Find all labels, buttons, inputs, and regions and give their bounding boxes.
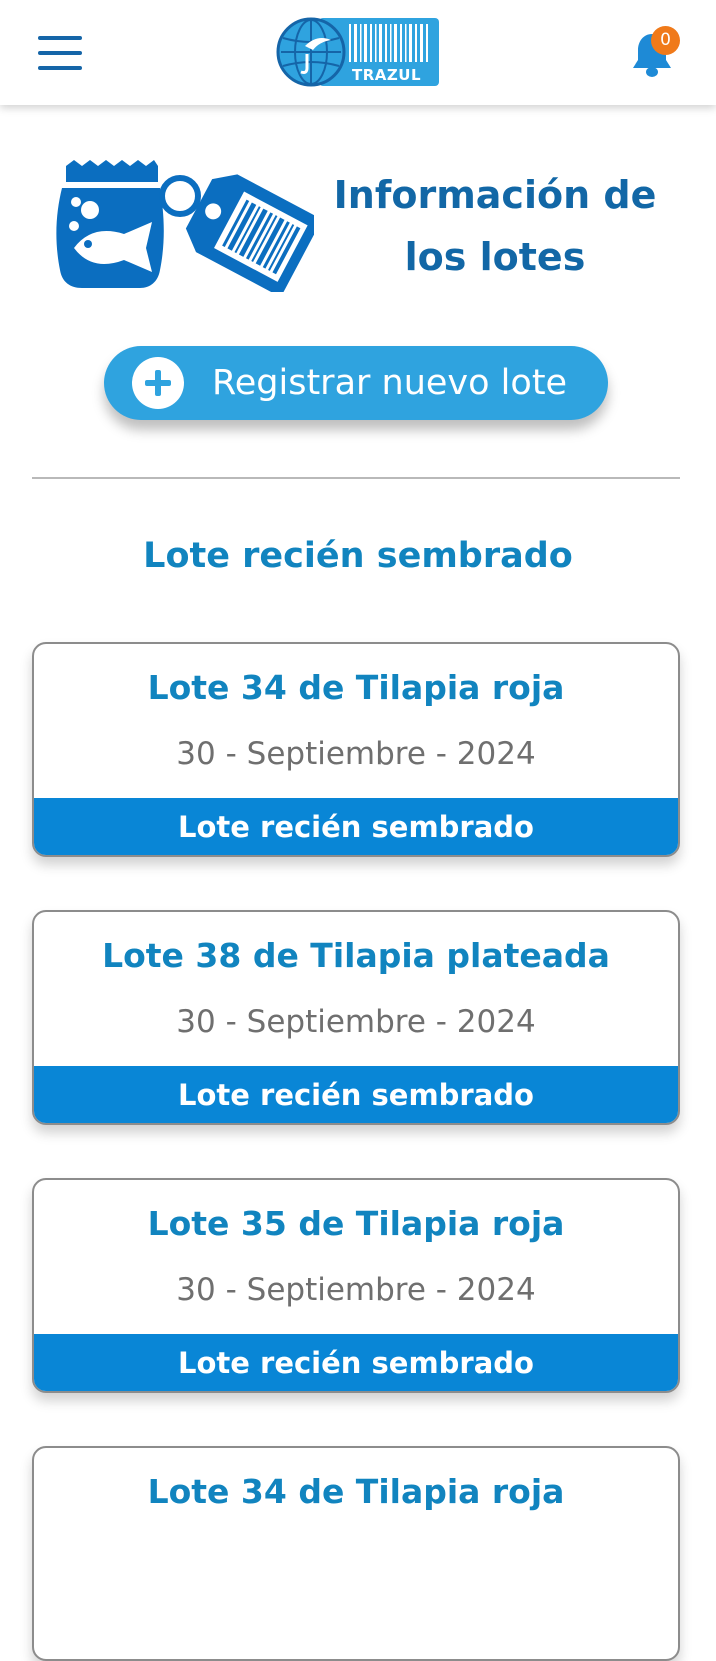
register-new-lot-label: Registrar nuevo lote [212,363,568,403]
lot-card[interactable]: Lote 34 de Tilapia roja 30 - Septiembre … [32,642,680,857]
page-title-line-2: los lotes [404,235,586,279]
section-title: Lote recién sembrado [143,536,573,576]
lot-date: 30 - Septiembre - 2024 [176,1004,536,1040]
lot-date: 30 - Septiembre - 2024 [176,736,536,772]
lot-status-banner: Lote recién sembrado [34,1334,678,1391]
lot-status-banner: Lote recién sembrado [34,798,678,855]
fish-bag-tag-icon [56,160,314,292]
notification-count-badge: 0 [651,26,680,55]
lot-title: Lote 38 de Tilapia plateada [102,936,610,975]
top-app-bar: TRAZUL 0 [0,0,716,105]
lot-card[interactable]: Lote 35 de Tilapia roja 30 - Septiembre … [32,1178,680,1393]
plus-circle-icon [132,357,184,409]
lot-date: 30 - Septiembre - 2024 [176,1272,536,1308]
lot-title: Lote 35 de Tilapia roja [147,1204,565,1243]
section-divider [32,477,680,479]
lot-card[interactable]: Lote 34 de Tilapia roja [32,1446,680,1661]
page-title-line-1: Información de [333,173,657,217]
lot-title: Lote 34 de Tilapia roja [147,1472,565,1511]
logo-wordmark: TRAZUL [352,66,422,84]
lot-card[interactable]: Lote 38 de Tilapia plateada 30 - Septiem… [32,910,680,1125]
lot-title: Lote 34 de Tilapia roja [147,668,565,707]
page-title: Información de los lotes [330,164,660,288]
lot-status-banner: Lote recién sembrado [34,1066,678,1123]
hamburger-menu-icon[interactable] [36,34,84,72]
register-new-lot-button[interactable]: Registrar nuevo lote [104,346,608,420]
